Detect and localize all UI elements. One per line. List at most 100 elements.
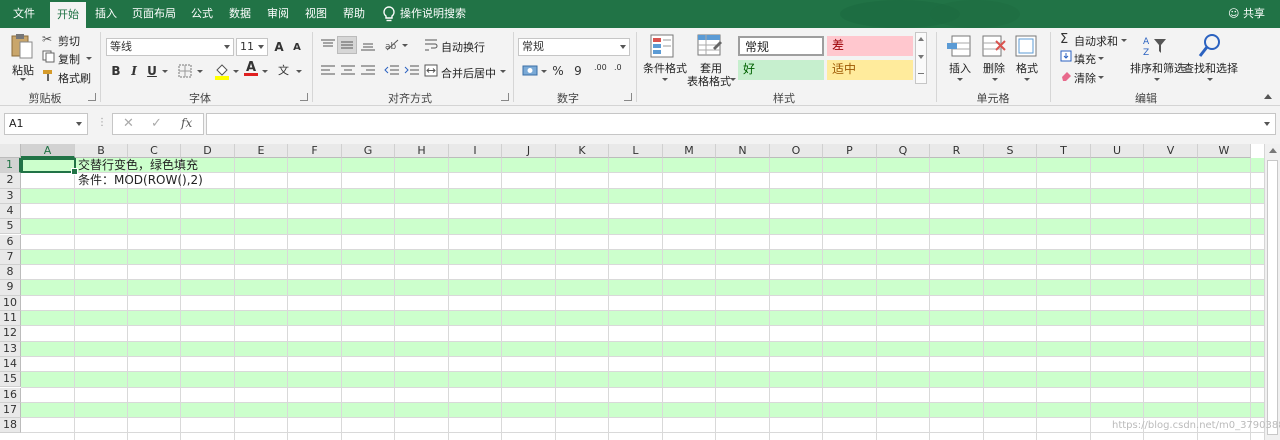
worksheet-grid[interactable]: 1 2 3 4 5 6 7 8 9 10 11 12 13 14 15 16 17 18 A B C D E F G H I J K L M… bbox=[0, 144, 1264, 440]
formula-input[interactable] bbox=[206, 113, 1276, 135]
currency-icon[interactable] bbox=[522, 64, 538, 77]
column-header[interactable]: B bbox=[75, 144, 128, 158]
bold-button[interactable]: B bbox=[108, 62, 124, 80]
decrease-indent-icon[interactable] bbox=[384, 64, 400, 76]
row-header[interactable]: 6 bbox=[0, 234, 21, 250]
enter-icon[interactable]: ✓ bbox=[151, 116, 162, 131]
column-header[interactable]: N bbox=[716, 144, 770, 158]
align-right-icon[interactable] bbox=[360, 64, 376, 76]
cancel-icon[interactable]: ✕ bbox=[123, 116, 134, 131]
table-row[interactable] bbox=[21, 296, 1264, 311]
underline-button[interactable]: U bbox=[144, 62, 160, 80]
align-top-icon[interactable] bbox=[320, 38, 336, 52]
row-header[interactable]: 16 bbox=[0, 387, 21, 403]
orientation-icon[interactable]: ab bbox=[384, 37, 400, 51]
tell-me-search[interactable]: 操作说明搜索 bbox=[400, 0, 470, 28]
row-header[interactable]: 13 bbox=[0, 341, 21, 357]
row-header[interactable]: 10 bbox=[0, 295, 21, 311]
align-bottom-icon[interactable] bbox=[360, 38, 376, 52]
font-size-dropdown[interactable]: 11 bbox=[236, 38, 268, 56]
grow-font-button[interactable]: A bbox=[271, 38, 287, 56]
column-header[interactable]: S bbox=[984, 144, 1037, 158]
tab-view[interactable]: 视图 bbox=[300, 0, 332, 28]
table-row[interactable] bbox=[21, 388, 1264, 403]
column-header[interactable]: G bbox=[342, 144, 395, 158]
style-good[interactable]: 好 bbox=[738, 60, 824, 80]
column-header[interactable]: H bbox=[395, 144, 449, 158]
row-header[interactable]: 11 bbox=[0, 311, 21, 327]
clipboard-dialog-launcher[interactable] bbox=[88, 93, 96, 101]
column-header[interactable]: P bbox=[823, 144, 877, 158]
table-row[interactable] bbox=[21, 280, 1264, 296]
font-dialog-launcher[interactable] bbox=[300, 93, 308, 101]
style-normal[interactable]: 常规 bbox=[738, 36, 824, 56]
align-middle-button[interactable] bbox=[337, 36, 357, 54]
table-row[interactable] bbox=[21, 326, 1264, 341]
comma-style-button[interactable]: 9 bbox=[570, 62, 586, 80]
row-header[interactable]: 15 bbox=[0, 372, 21, 388]
tab-home[interactable]: 开始 bbox=[50, 2, 86, 28]
table-row[interactable] bbox=[21, 235, 1264, 250]
alignment-dialog-launcher[interactable] bbox=[501, 93, 509, 101]
row-header[interactable]: 3 bbox=[0, 188, 21, 204]
cell-b2[interactable]: 条件：MOD(ROW(),2) bbox=[78, 173, 203, 188]
table-row[interactable] bbox=[21, 265, 1264, 280]
insert-function-icon[interactable]: fx bbox=[181, 116, 192, 130]
row-header[interactable]: 18 bbox=[0, 418, 21, 434]
tab-review[interactable]: 审阅 bbox=[262, 0, 294, 28]
table-row[interactable] bbox=[21, 249, 1264, 266]
column-header[interactable]: W bbox=[1198, 144, 1251, 158]
row-header[interactable]: 7 bbox=[0, 249, 21, 266]
table-row[interactable] bbox=[21, 418, 1264, 433]
column-header[interactable]: R bbox=[930, 144, 984, 158]
column-header[interactable]: A bbox=[21, 144, 75, 158]
fill-color-icon[interactable] bbox=[214, 62, 230, 80]
table-row[interactable] bbox=[21, 204, 1264, 219]
column-header[interactable]: C bbox=[128, 144, 181, 158]
scroll-up-icon[interactable] bbox=[1269, 148, 1277, 153]
table-row[interactable] bbox=[21, 311, 1264, 327]
column-header[interactable]: I bbox=[449, 144, 502, 158]
row-header[interactable]: 12 bbox=[0, 326, 21, 342]
column-header[interactable]: E bbox=[235, 144, 288, 158]
column-header[interactable]: Q bbox=[877, 144, 930, 158]
select-all-corner[interactable] bbox=[0, 144, 21, 158]
share-button[interactable]: ☺ 共享 bbox=[1228, 0, 1265, 28]
table-row[interactable] bbox=[21, 357, 1264, 372]
column-header[interactable]: J bbox=[502, 144, 556, 158]
tab-insert[interactable]: 插入 bbox=[90, 0, 122, 28]
table-row[interactable] bbox=[21, 341, 1264, 357]
border-icon[interactable] bbox=[178, 64, 192, 78]
column-header[interactable]: F bbox=[288, 144, 342, 158]
style-bad[interactable]: 差 bbox=[827, 36, 913, 56]
column-header[interactable]: D bbox=[181, 144, 235, 158]
row-header[interactable]: 2 bbox=[0, 173, 21, 189]
table-row[interactable] bbox=[21, 158, 1264, 174]
font-color-icon[interactable]: A bbox=[244, 60, 258, 76]
tab-help[interactable]: 帮助 bbox=[338, 0, 370, 28]
active-cell-a1[interactable] bbox=[21, 158, 78, 176]
vertical-scrollbar[interactable] bbox=[1264, 144, 1280, 440]
increase-indent-icon[interactable] bbox=[404, 64, 420, 76]
table-row[interactable] bbox=[21, 372, 1264, 388]
row-header[interactable]: 9 bbox=[0, 280, 21, 296]
number-dialog-launcher[interactable] bbox=[624, 93, 632, 101]
number-format-dropdown[interactable]: 常规 bbox=[518, 38, 630, 56]
table-row[interactable] bbox=[21, 219, 1264, 235]
column-header[interactable]: T bbox=[1037, 144, 1091, 158]
percent-button[interactable]: % bbox=[550, 62, 566, 80]
align-center-icon[interactable] bbox=[340, 64, 356, 76]
font-name-dropdown[interactable]: 等线 bbox=[106, 38, 234, 56]
tab-file[interactable]: 文件 bbox=[4, 0, 44, 28]
align-left-icon[interactable] bbox=[320, 64, 336, 76]
column-header[interactable]: L bbox=[609, 144, 663, 158]
column-header[interactable]: O bbox=[770, 144, 823, 158]
row-header[interactable]: 4 bbox=[0, 203, 21, 220]
row-header[interactable]: 14 bbox=[0, 356, 21, 373]
name-box[interactable]: A1 bbox=[4, 113, 88, 135]
table-row[interactable] bbox=[21, 173, 1264, 188]
row-header[interactable]: 8 bbox=[0, 265, 21, 281]
tab-formulas[interactable]: 公式 bbox=[186, 0, 218, 28]
tab-data[interactable]: 数据 bbox=[224, 0, 256, 28]
styles-gallery-scroll[interactable] bbox=[915, 32, 927, 84]
